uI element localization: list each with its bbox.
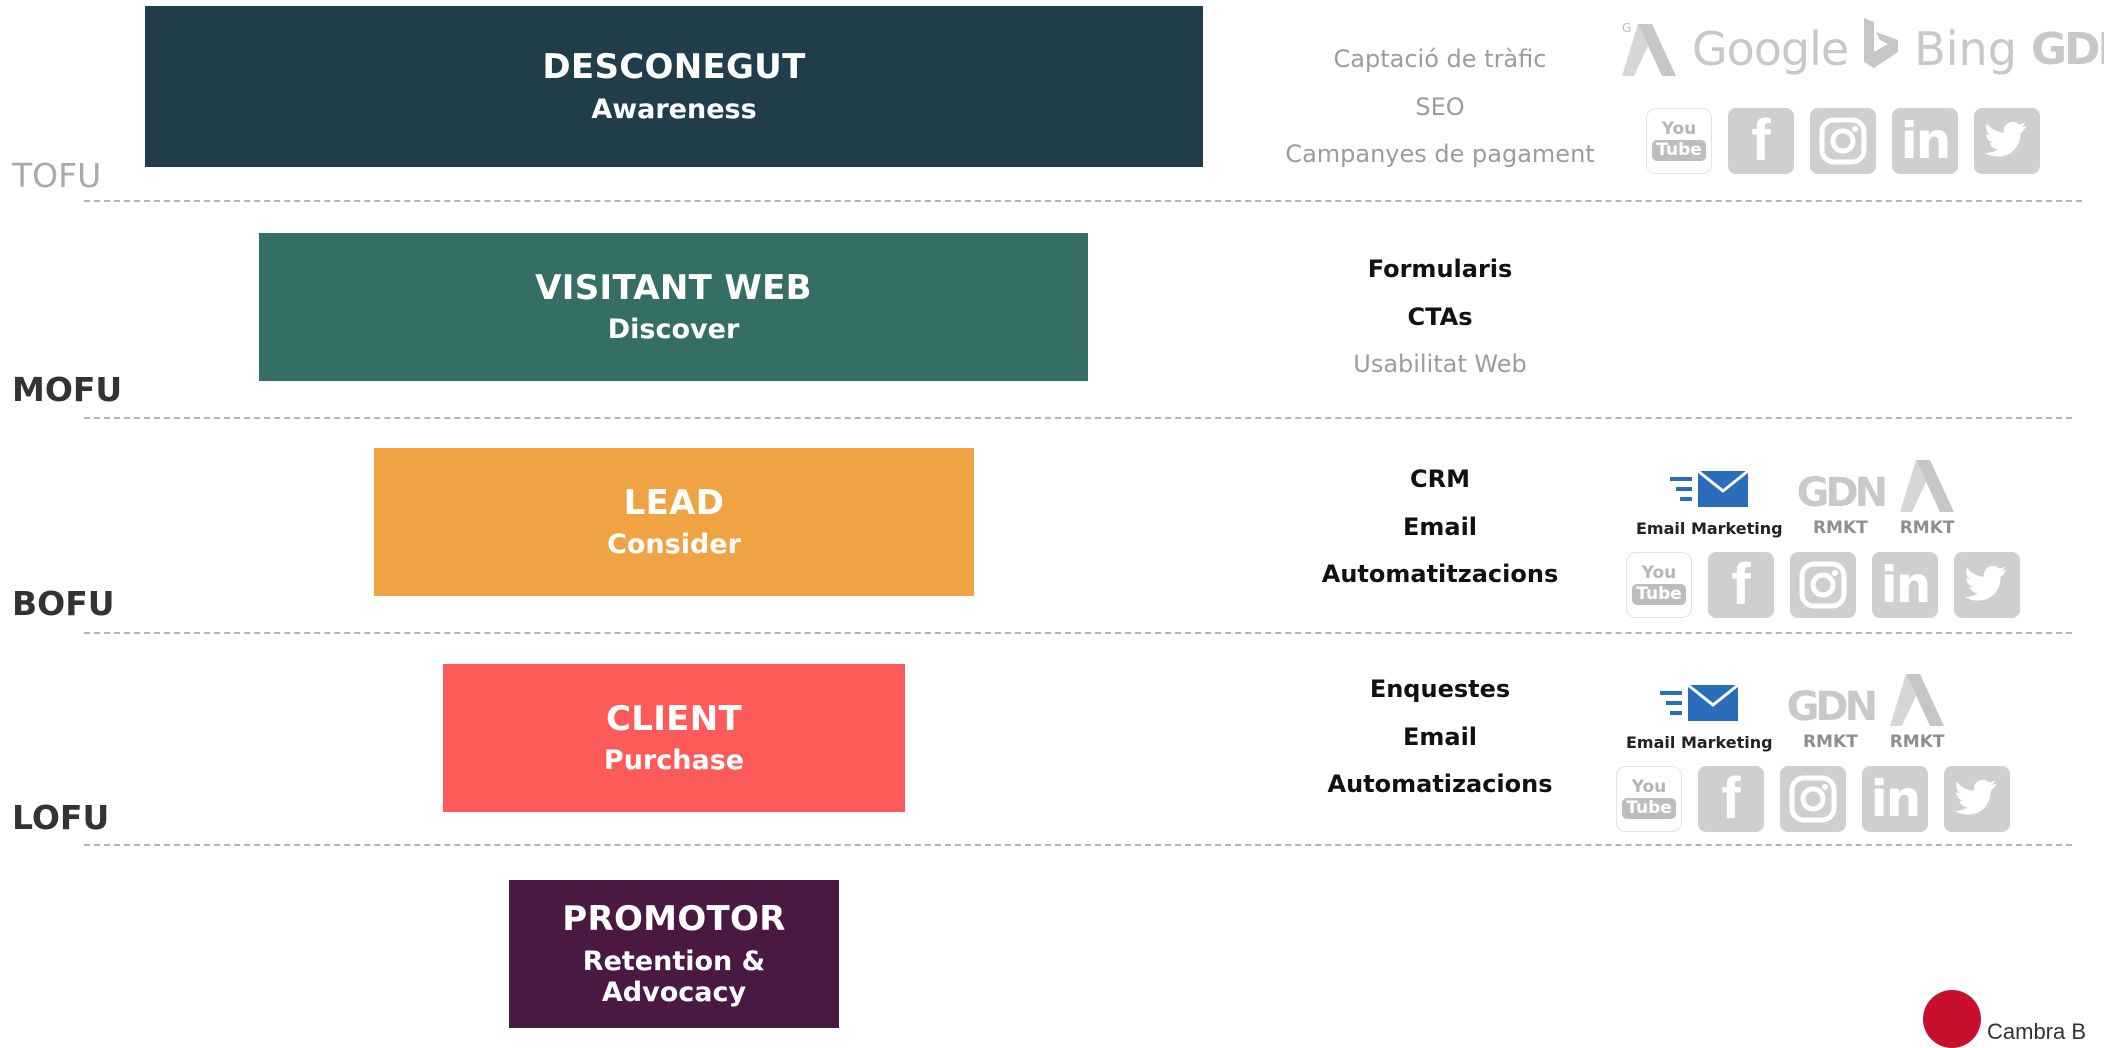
level-label-mofu: MOFU bbox=[12, 370, 123, 409]
youtube-icon: You Tube bbox=[1646, 108, 1712, 174]
email-marketing-caption: Email Marketing bbox=[1636, 519, 1783, 538]
divider-mofu bbox=[84, 417, 2072, 419]
email-marketing-badge: Email Marketing bbox=[1636, 467, 1783, 538]
twitter-icon bbox=[1974, 108, 2040, 174]
tactics-tofu: Captació de tràfic SEO Campanyes de paga… bbox=[1225, 36, 1655, 179]
divider-lofu bbox=[84, 844, 2072, 846]
facebook-icon: f bbox=[1728, 108, 1794, 174]
google-ads-icon bbox=[1900, 460, 1955, 512]
bing-icon bbox=[1862, 18, 1900, 80]
email-marketing-caption: Email Marketing bbox=[1626, 733, 1773, 752]
divider-tofu bbox=[84, 200, 2082, 202]
gdn-rmkt-badge: GDN RMKT bbox=[1786, 684, 1878, 752]
level-label-tofu: TOFU bbox=[12, 156, 102, 195]
search-brands-row: G Google Bing GDN bbox=[1620, 18, 2104, 80]
youtube-icon: You Tube bbox=[1626, 552, 1692, 618]
tactic-item: CRM bbox=[1410, 465, 1470, 493]
stage-subtitle: Consider bbox=[607, 529, 741, 561]
tactic-item: Formularis bbox=[1367, 255, 1513, 283]
tactic-item: SEO bbox=[1415, 92, 1465, 121]
tactics-bofu: CRM Email Automatitzacions bbox=[1225, 456, 1655, 599]
stage-subtitle: Retention & Advocacy bbox=[582, 945, 766, 1008]
tactic-item: Usabilitat Web bbox=[1353, 350, 1527, 378]
instagram-icon bbox=[1810, 108, 1876, 174]
linkedin-icon: in bbox=[1892, 108, 1958, 174]
instagram-icon bbox=[1790, 552, 1856, 618]
twitter-icon bbox=[1954, 552, 2020, 618]
bing-wordmark: Bing bbox=[1914, 22, 2017, 76]
google-ads-icon bbox=[1890, 674, 1945, 726]
instagram-icon bbox=[1780, 766, 1846, 832]
level-label-lofu: LOFU bbox=[12, 798, 110, 837]
stage-visitant-web: VISITANT WEB Discover bbox=[259, 233, 1088, 381]
stage-title: LEAD bbox=[623, 482, 725, 523]
cambra-logo: Cambra B bbox=[1923, 990, 2086, 1048]
tactic-item: Captació de tràfic bbox=[1333, 45, 1547, 73]
cambra-logo-icon bbox=[1923, 990, 1981, 1048]
tactic-item: Campanyes de pagament bbox=[1285, 140, 1595, 168]
tactic-item: CTAs bbox=[1407, 302, 1473, 331]
tactics-lofu: Enquestes Email Automatizacions bbox=[1225, 666, 1655, 809]
rmkt-caption: RMKT bbox=[1889, 732, 1945, 752]
email-icon bbox=[1656, 681, 1742, 729]
twitter-icon bbox=[1944, 766, 2010, 832]
gdn-icon: GDN bbox=[1786, 684, 1878, 730]
stage-title: DESCONEGUT bbox=[542, 47, 806, 88]
cambra-logo-text: Cambra B bbox=[1987, 1019, 2087, 1044]
facebook-icon: f bbox=[1698, 766, 1764, 832]
marketing-row-bofu: Email Marketing GDN RMKT RMKT bbox=[1636, 456, 1956, 538]
level-label-bofu: BOFU bbox=[12, 584, 115, 623]
stage-client: CLIENT Purchase bbox=[443, 664, 905, 812]
social-row-lofu: You Tube f in bbox=[1616, 766, 2010, 832]
tactic-item: Automatitzacions bbox=[1321, 560, 1559, 588]
social-row-tofu: You Tube f in bbox=[1646, 108, 2040, 174]
rmkt-caption: RMKT bbox=[1802, 732, 1858, 752]
tactic-item: Email bbox=[1402, 722, 1478, 751]
tactic-item: Automatizacions bbox=[1327, 770, 1553, 798]
gdn-wordmark: GDN bbox=[2030, 23, 2104, 75]
youtube-icon: You Tube bbox=[1616, 766, 1682, 832]
stage-subtitle: Discover bbox=[607, 314, 740, 346]
linkedin-icon: in bbox=[1862, 766, 1928, 832]
ads-rmkt-badge: RMKT bbox=[1898, 456, 1956, 538]
google-ads-icon: G bbox=[1620, 20, 1678, 78]
marketing-row-lofu: Email Marketing GDN RMKT RMKT bbox=[1626, 670, 1946, 752]
stage-desconegut: DESCONEGUT Awareness bbox=[145, 6, 1203, 167]
stage-title: CLIENT bbox=[606, 698, 742, 739]
stage-title: PROMOTOR bbox=[562, 899, 786, 940]
stage-promotor: PROMOTOR Retention & Advocacy bbox=[509, 880, 839, 1028]
email-marketing-badge: Email Marketing bbox=[1626, 681, 1773, 752]
social-row-bofu: You Tube f in bbox=[1626, 552, 2020, 618]
stage-lead: LEAD Consider bbox=[374, 448, 974, 596]
stage-title: VISITANT WEB bbox=[535, 267, 812, 308]
gdn-rmkt-badge: GDN RMKT bbox=[1796, 470, 1888, 538]
gdn-icon: GDN bbox=[1796, 470, 1888, 516]
tactics-mofu: Formularis CTAs Usabilitat Web bbox=[1225, 246, 1655, 389]
email-icon bbox=[1666, 467, 1752, 515]
ads-rmkt-badge: RMKT bbox=[1888, 670, 1946, 752]
google-wordmark: Google bbox=[1692, 22, 1849, 76]
rmkt-caption: RMKT bbox=[1812, 518, 1868, 538]
facebook-icon: f bbox=[1708, 552, 1774, 618]
stage-subtitle: Awareness bbox=[591, 93, 757, 125]
rmkt-caption: RMKT bbox=[1899, 518, 1955, 538]
divider-bofu bbox=[84, 632, 2072, 634]
linkedin-icon: in bbox=[1872, 552, 1938, 618]
tactic-item: Email bbox=[1402, 512, 1478, 541]
stage-subtitle: Purchase bbox=[603, 745, 745, 777]
svg-text:G: G bbox=[1622, 21, 1631, 35]
tactic-item: Enquestes bbox=[1369, 675, 1511, 703]
